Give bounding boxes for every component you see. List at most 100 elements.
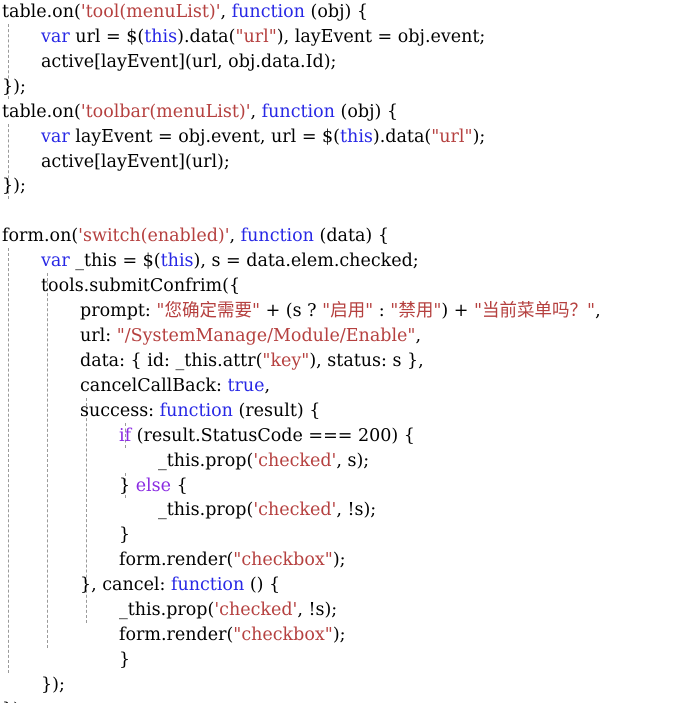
code-token-plain: ), status: s }, (309, 350, 424, 371)
code-token-num: 200 (357, 425, 392, 446)
code-line[interactable]: }); (0, 75, 698, 100)
code-line[interactable]: if (result.StatusCode === 200) { (0, 424, 698, 449)
code-line[interactable]: data: { id: _this.attr("key"), status: s… (0, 349, 698, 374)
code-token-plain: data: { id: _this.attr( (80, 350, 263, 371)
code-token-plain: form.on( (2, 226, 79, 247)
code-token-str: "url" (235, 26, 277, 47)
code-line[interactable]: table.on('toolbar(menuList)', function (… (0, 100, 698, 125)
code-line[interactable]: } (0, 648, 698, 673)
code-lines: table.on('tool(menuList)', function (obj… (0, 0, 698, 703)
code-token-plain: _this.prop( (158, 450, 254, 471)
code-token-plain: _this.prop( (158, 500, 254, 521)
code-token-plain: (obj) { (304, 2, 369, 22)
code-line[interactable]: form.render("checkbox"); (0, 548, 698, 573)
code-token-plain: { (171, 475, 188, 496)
code-token-str: 'tool(menuList)' (80, 2, 221, 22)
code-line[interactable]: active[layEvent](url); (0, 150, 698, 175)
code-token-plain: (result.StatusCode === (131, 425, 358, 446)
code-token-plain: } (119, 525, 131, 546)
code-token-plain: cancelCallBack: (80, 375, 228, 396)
code-token-ctrl: else (135, 475, 171, 496)
code-token-plain: () { (244, 575, 281, 596)
code-token-kw: this (144, 26, 178, 47)
code-token-str: "checkbox" (233, 550, 333, 571)
code-token-plain: , s); (336, 450, 370, 471)
code-editor[interactable]: table.on('tool(menuList)', function (obj… (0, 0, 698, 703)
code-token-kw: function (231, 2, 305, 22)
code-token-plain: , !s); (336, 500, 377, 521)
code-line[interactable]: } else { (0, 474, 698, 499)
code-token-plain: } (119, 649, 131, 670)
code-token-kw: function (159, 400, 233, 421)
code-token-kw: function (170, 575, 245, 596)
code-token-kw: function (240, 226, 314, 247)
code-token-plain: table.on( (2, 2, 81, 22)
code-token-str: "/SystemManage/Module/Enable" (116, 325, 416, 346)
code-token-str: 'switch(enabled)' (78, 226, 230, 247)
code-token-plain: ).data( (372, 126, 432, 147)
code-token-kw: var (41, 126, 70, 147)
code-token-str: 'checked' (253, 500, 337, 521)
code-token-plain: (result) { (232, 400, 321, 421)
code-token-plain: , (229, 226, 241, 247)
code-line[interactable]: _this.prop('checked', !s); (0, 498, 698, 523)
code-line[interactable]: url: "/SystemManage/Module/Enable", (0, 324, 698, 349)
code-line[interactable]: var url = $(this).data("url"), layEvent … (0, 25, 698, 50)
code-token-plain: } (119, 475, 136, 496)
code-line[interactable]: _this.prop('checked', !s); (0, 598, 698, 623)
code-line[interactable]: form.render("checkbox"); (0, 623, 698, 648)
code-token-plain: , (250, 101, 262, 122)
code-token-kw: var (41, 251, 70, 272)
code-token-kw: true (227, 375, 265, 396)
code-token-plain: form.render( (119, 625, 234, 646)
code-token-str: "url" (431, 126, 473, 147)
code-token-plain: , (220, 2, 232, 22)
code-token-plain: ) { (391, 425, 415, 446)
code-token-plain: active[layEvent](url, obj.data.Id); (41, 51, 337, 72)
code-token-plain: url: (80, 325, 117, 346)
code-token-plain: active[layEvent](url); (41, 151, 230, 172)
code-line[interactable]: form.on('switch(enabled)', function (dat… (0, 224, 698, 249)
code-line[interactable]: }); (0, 174, 698, 199)
code-token-kw: this (340, 126, 373, 147)
code-line[interactable]: prompt: "您确定需要" + (s ? "启用" : "禁用") + "当… (0, 299, 698, 324)
code-token-kw: var (41, 26, 70, 47)
code-token-plain: ); (332, 625, 346, 646)
code-token-plain: }); (2, 176, 26, 197)
code-line[interactable]: active[layEvent](url, obj.data.Id); (0, 50, 698, 75)
code-token-plain: _this.prop( (119, 600, 215, 621)
code-line[interactable]: success: function (result) { (0, 399, 698, 424)
code-line[interactable]: }, cancel: function () { (0, 573, 698, 598)
code-token-plain: ); (332, 550, 346, 571)
code-token-str: "禁用" (390, 301, 442, 322)
code-token-plain: form.render( (119, 550, 234, 571)
code-line[interactable]: } (0, 523, 698, 548)
code-line[interactable]: var layEvent = obj.event, url = $(this).… (0, 125, 698, 150)
code-token-str: "您确定需要" (156, 301, 261, 322)
code-token-plain: }, cancel: (80, 575, 171, 596)
code-line[interactable]: table.on('tool(menuList)', function (obj… (0, 0, 698, 25)
code-token-plain: , !s); (297, 600, 338, 621)
code-token-plain: ) + (441, 301, 474, 322)
code-token-str: "checkbox" (233, 625, 333, 646)
code-line[interactable] (0, 199, 698, 224)
code-token-plain: prompt: (80, 301, 157, 322)
code-line[interactable]: cancelCallBack: true, (0, 374, 698, 399)
code-line[interactable]: var _this = $(this), s = data.elem.check… (0, 249, 698, 274)
code-line[interactable]: }); (0, 673, 698, 698)
code-line[interactable]: _this.prop('checked', s); (0, 449, 698, 474)
code-line[interactable]: }); (0, 698, 698, 703)
code-line[interactable]: tools.submitConfrim({ (0, 274, 698, 299)
